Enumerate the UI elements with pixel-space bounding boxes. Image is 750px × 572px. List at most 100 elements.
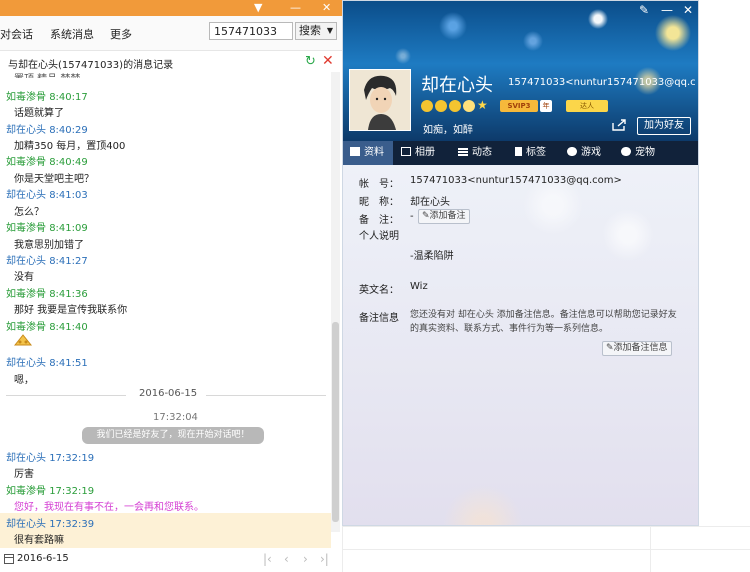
- next-page-icon[interactable]: ›: [303, 552, 308, 566]
- prev-page-icon[interactable]: ‹: [284, 552, 289, 566]
- message-text: 很有套路嘛: [14, 535, 64, 546]
- close-icon[interactable]: ✕: [683, 3, 693, 17]
- sender-line: 如毒渗骨 8:41:40: [6, 322, 88, 333]
- tab-pets[interactable]: 宠物: [621, 141, 655, 165]
- signature: 如痴，如醉: [423, 125, 473, 136]
- remark-label: 备 注：: [359, 215, 399, 226]
- tab-profile[interactable]: 资料: [343, 141, 393, 165]
- add-remark-button[interactable]: ✎添加备注: [418, 209, 470, 224]
- search-input[interactable]: [209, 22, 293, 40]
- tab-tags[interactable]: 标签: [515, 141, 546, 165]
- chevron-down-icon[interactable]: ▼: [327, 23, 333, 39]
- close-history-icon[interactable]: ✕: [322, 53, 334, 69]
- sender-line: 如毒渗骨 8:41:36: [6, 289, 88, 300]
- sender-line: 却在心头 8:41:51: [6, 358, 88, 369]
- avatar[interactable]: [349, 69, 411, 131]
- scrollbar[interactable]: [331, 72, 340, 532]
- profile-card: ✎ — ✕ 却在心头 157471033<nuntur157471033@qq.…: [342, 0, 699, 526]
- account-label: 帐 号：: [359, 179, 399, 190]
- edit-icon[interactable]: ✎: [639, 3, 649, 17]
- sender-line: 如毒渗骨 17:32:19: [6, 486, 95, 497]
- pet-icon: [621, 147, 631, 156]
- svip-badge[interactable]: SVIP3: [500, 100, 538, 112]
- minimize-icon[interactable]: —: [290, 1, 301, 14]
- note-info-label: 备注信息: [359, 313, 399, 324]
- add-note-info-button[interactable]: ✎添加备注信息: [602, 341, 672, 356]
- menu-item-system-messages[interactable]: 系统消息: [50, 26, 94, 42]
- profile-nickname: 却在心头: [421, 75, 493, 96]
- sender-line: 如毒渗骨 8:40:17: [6, 92, 88, 103]
- english-name-label: 英文名：: [359, 285, 399, 296]
- tab-feed[interactable]: 动态: [458, 141, 492, 165]
- divider: [342, 526, 699, 527]
- system-time: 17:32:04: [153, 412, 198, 423]
- profile-tabs: 资料 相册 动态 标签 游戏 宠物: [343, 141, 698, 165]
- note-info-text: 您还没有对 却在心头 添加备注信息。备注信息可以帮助您记录好友的真实资料、联系方…: [410, 310, 677, 334]
- edit-note-icon: ✎: [606, 343, 614, 353]
- refresh-icon[interactable]: ↻: [305, 54, 316, 69]
- chat-history-panel: ▼ — ✕ 对会话 系统消息 更多 搜索 ▼ 与却在心头(157471033)的消…: [0, 0, 343, 572]
- message-text: 怎么？: [14, 207, 44, 218]
- title-strip: ▼ — ✕: [0, 0, 342, 16]
- search-button[interactable]: 搜索 ▼: [295, 22, 337, 40]
- svip-year-badge: 年: [540, 100, 552, 112]
- sender-line: 却在心头 17:32:39: [6, 519, 95, 530]
- add-friend-button[interactable]: 加为好友: [637, 117, 691, 135]
- partial-message: 置顶 精品 梦梦: [14, 70, 80, 78]
- share-icon[interactable]: [611, 118, 627, 132]
- date-separator: 2016-06-15: [6, 388, 326, 402]
- message-text: 厉害: [14, 469, 34, 480]
- game-icon: [567, 147, 577, 156]
- minimize-icon[interactable]: —: [661, 3, 673, 17]
- english-name-value: Wiz: [410, 281, 428, 292]
- menu-item-conversation[interactable]: 对会话: [0, 26, 33, 42]
- star-icon: ★: [477, 98, 488, 112]
- list-icon: [458, 148, 468, 156]
- daren-badge[interactable]: 达人: [566, 100, 608, 112]
- message-text: 没有: [14, 272, 34, 283]
- tab-album[interactable]: 相册: [401, 141, 435, 165]
- message-text: 你是天堂吧主吧？: [14, 174, 94, 185]
- message-text: 加精350 每月，置顶400: [14, 141, 126, 152]
- history-title: 与却在心头(157471033)的消息记录: [8, 60, 174, 71]
- message-text: 那好 我要是宣传我联系你: [14, 305, 128, 316]
- emoji-sticker-icon: [13, 332, 33, 348]
- nickname-label: 昵 称：: [359, 197, 399, 208]
- album-icon: [401, 147, 411, 156]
- intro-label: 个人说明: [359, 231, 399, 242]
- menu-item-more[interactable]: 更多: [110, 26, 132, 42]
- sun-icon: [449, 100, 461, 112]
- nickname-value: 却在心头: [410, 197, 450, 208]
- first-page-icon[interactable]: |‹: [263, 552, 272, 566]
- sender-line: 却在心头 8:41:03: [6, 190, 88, 201]
- account-value: 157471033<nuntur157471033@qq.com>: [410, 175, 622, 186]
- sender-line: 却在心头 8:41:27: [6, 256, 88, 267]
- message-text: 我意思别加错了: [14, 240, 84, 251]
- profile-banner: ✎ — ✕ 却在心头 157471033<nuntur157471033@qq.…: [343, 1, 698, 141]
- edit-note-icon: ✎: [422, 211, 430, 221]
- sender-line: 却在心头 8:40:29: [6, 125, 88, 136]
- sun-icon: [435, 100, 447, 112]
- bookmark-icon: [515, 147, 522, 156]
- close-icon[interactable]: ✕: [322, 1, 331, 14]
- sun-icon: [421, 100, 433, 112]
- profile-details: 帐 号： 157471033<nuntur157471033@qq.com> 昵…: [343, 165, 698, 525]
- auto-reply-text: 您好，我现在有事不在，一会再和您联系。: [14, 502, 204, 513]
- bottom-bar: 2016-6-15 |‹ ‹ › ›|: [0, 548, 342, 572]
- dropdown-icon[interactable]: ▼: [254, 1, 262, 14]
- search-button-label: 搜索: [299, 24, 321, 37]
- message-text: 嗯，: [14, 375, 34, 386]
- last-page-icon[interactable]: ›|: [320, 552, 329, 566]
- message-text: 话题就算了: [14, 108, 64, 119]
- moon-icon: [463, 100, 475, 112]
- scroll-thumb[interactable]: [332, 322, 339, 522]
- id-card-icon: [350, 147, 360, 156]
- intro-value: -温柔陷阱: [410, 251, 454, 262]
- date-separator-label: 2016-06-15: [139, 388, 198, 399]
- bottom-date[interactable]: 2016-6-15: [17, 553, 69, 564]
- sender-line: 如毒渗骨 8:40:49: [6, 157, 88, 168]
- tab-games[interactable]: 游戏: [567, 141, 601, 165]
- profile-account: 157471033<nuntur157471033@qq.c: [508, 77, 696, 88]
- calendar-icon[interactable]: [4, 554, 14, 564]
- system-message: 我们已经是好友了，现在开始对话吧！: [82, 427, 264, 444]
